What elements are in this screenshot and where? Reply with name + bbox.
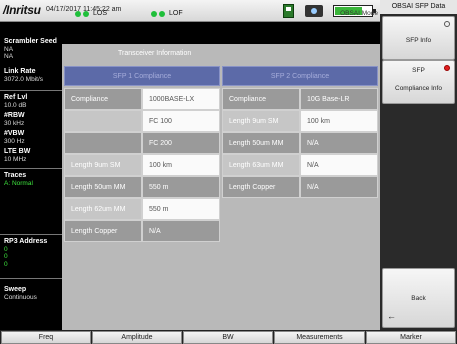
los-led-icon-2	[83, 11, 89, 17]
divider	[0, 278, 62, 279]
divider	[0, 90, 62, 91]
transceiver-info-panel: Transceiver Information SFP 1 Compliance…	[62, 44, 380, 330]
right-softkey-menu: OBSAI SFP Data SFP Info SFP Compliance I…	[380, 0, 457, 330]
los-label: LOS	[93, 10, 108, 17]
lof-led-icon	[151, 11, 157, 17]
sfp2-value: 10G Base-LR	[300, 88, 378, 110]
radio-off-icon	[444, 21, 450, 27]
scrambler-seed: Scrambler Seed NA NA	[4, 38, 57, 60]
sfp1-value: 1000BASE-LX	[142, 88, 220, 110]
sfp2-value: N/A	[300, 154, 378, 176]
link-rate: Link Rate 3072.0 Mbit/s	[4, 68, 44, 83]
sfp1-label	[64, 132, 142, 154]
sfp2-compliance-header: SFP 2 Compliance	[222, 66, 378, 86]
rp3-address: RP3 Address 0 0 0	[4, 238, 48, 268]
lof-label: LOF	[169, 10, 183, 17]
sfp1-label: Length 62um MM	[64, 198, 142, 220]
traces: Traces A: Normal	[4, 172, 33, 187]
bottom-softkeys: Freq Amplitude BW Measurements Marker	[0, 330, 457, 344]
signal-status-row: LOS LOF OBSAI Mode	[62, 0, 380, 17]
amplitude-key[interactable]: Amplitude	[92, 331, 182, 344]
sfp-info-button[interactable]: SFP Info	[382, 16, 455, 60]
panel-title: Transceiver Information	[62, 44, 380, 64]
sfp2-label: Length 9um SM	[222, 110, 300, 132]
ref-level: Ref Lvl 10.0 dB	[4, 94, 28, 109]
sfp1-compliance-header: SFP 1 Compliance	[64, 66, 220, 86]
sfp1-value: FC 100	[142, 110, 220, 132]
sfp1-value: N/A	[142, 220, 220, 242]
sfp1-label: Length Copper	[64, 220, 142, 242]
sfp1-value: FC 200	[142, 132, 220, 154]
sfp2-label: Length Copper	[222, 176, 300, 198]
measurements-key[interactable]: Measurements	[274, 331, 365, 344]
menu-title: OBSAI SFP Data	[380, 0, 457, 14]
back-arrow-icon: ←	[387, 311, 396, 321]
vbw: #VBW 300 Hz	[4, 130, 25, 145]
sfp1-value: 550 m	[142, 176, 220, 198]
sfp1-value: 550 m	[142, 198, 220, 220]
settings-sidebar: Scrambler Seed NA NA Link Rate 3072.0 Mb…	[0, 22, 62, 330]
brand-logo: /Inritsu	[3, 3, 41, 17]
sfp2-value: N/A	[300, 176, 378, 198]
lof-led-icon-2	[159, 11, 165, 17]
blank-softkey	[382, 104, 455, 158]
bw-key[interactable]: BW	[183, 331, 273, 344]
sfp-compliance-info-button[interactable]: SFP Compliance Info	[382, 60, 455, 104]
sweep: Sweep Continuous	[4, 286, 37, 301]
lte-bw: LTE BW 10 MHz	[4, 148, 31, 163]
marker-key[interactable]: Marker	[366, 331, 456, 344]
sfp1-label: Length 50um MM	[64, 176, 142, 198]
divider	[0, 234, 62, 235]
freq-key[interactable]: Freq	[1, 331, 91, 344]
back-button[interactable]: Back ←	[382, 268, 455, 328]
rbw: #RBW 30 kHz	[4, 112, 25, 127]
sfp1-label	[64, 110, 142, 132]
mode-label: OBSAI Mode	[340, 10, 378, 17]
sfp1-label: Length 9um SM	[64, 154, 142, 176]
sfp2-label: Length 63um MM	[222, 154, 300, 176]
sfp2-label: Compliance	[222, 88, 300, 110]
sfp2-value: 100 km	[300, 110, 378, 132]
sfp1-value: 100 km	[142, 154, 220, 176]
los-led-icon	[75, 11, 81, 17]
divider	[0, 168, 62, 169]
sfp1-label: Compliance	[64, 88, 142, 110]
sfp2-value: N/A	[300, 132, 378, 154]
sfp2-label: Length 50um MM	[222, 132, 300, 154]
